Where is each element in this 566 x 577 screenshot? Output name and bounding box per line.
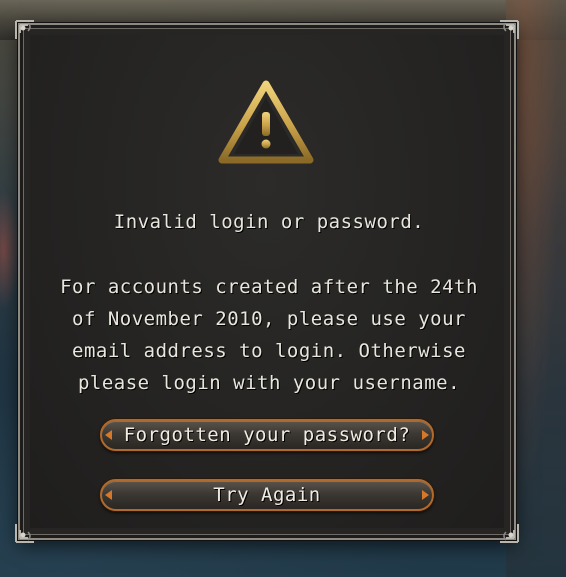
error-message-line: please login with your username. — [77, 372, 461, 394]
warning-icon — [218, 80, 314, 164]
button-arrow-left-icon — [105, 430, 112, 440]
error-message: For accounts created after the 24th of N… — [30, 271, 508, 399]
forgot-password-label: Forgotten your password? — [123, 424, 411, 446]
game-background: Invalid login or password. For accounts … — [0, 0, 566, 577]
button-arrow-left-icon — [105, 490, 112, 500]
button-arrow-right-icon — [422, 490, 429, 500]
forgot-password-button[interactable]: Forgotten your password? — [100, 419, 434, 451]
error-message-line: email address to login. Otherwise — [72, 340, 466, 362]
error-message-line: of November 2010, please use your — [72, 308, 466, 330]
login-error-dialog: Invalid login or password. For accounts … — [15, 20, 519, 543]
error-message-line: For accounts created after the 24th — [60, 276, 478, 298]
error-title: Invalid login or password. — [113, 211, 425, 233]
background-detail — [0, 190, 20, 310]
button-arrow-right-icon — [422, 430, 429, 440]
try-again-button[interactable]: Try Again — [100, 479, 434, 511]
try-again-label: Try Again — [213, 484, 321, 506]
